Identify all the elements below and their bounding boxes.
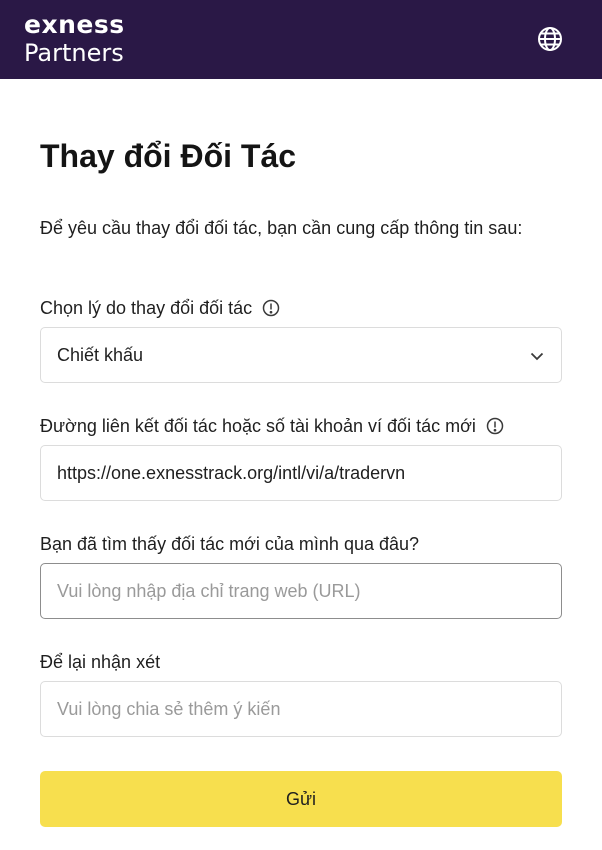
source-url-input[interactable] <box>57 580 545 602</box>
source-label: Bạn đã tìm thấy đối tác mới của mình qua… <box>40 534 420 554</box>
partner-link-input[interactable] <box>57 462 545 484</box>
reason-select[interactable]: Chiết khấu <box>40 327 562 383</box>
chevron-down-icon <box>530 352 544 361</box>
logo-brand-text: exness <box>24 10 125 39</box>
info-icon[interactable] <box>486 417 504 435</box>
page-title: Thay đổi Đối Tác <box>40 138 297 174</box>
top-header: exness Partners <box>0 0 602 79</box>
globe-icon[interactable] <box>537 26 563 52</box>
reason-label-row: Chọn lý do thay đổi đối tác <box>40 296 280 320</box>
exness-partners-logo[interactable]: exness Partners <box>24 10 125 68</box>
source-field[interactable] <box>40 563 562 619</box>
submit-button[interactable]: Gửi <box>40 771 562 827</box>
reason-label: Chọn lý do thay đổi đối tác <box>40 298 253 318</box>
logo-sub-text: Partners <box>24 39 124 67</box>
partner-link-label: Đường liên kết đối tác hoặc số tài khoản… <box>40 416 476 436</box>
partner-link-label-row: Đường liên kết đối tác hoặc số tài khoản… <box>40 414 562 438</box>
intro-text: Để yêu cầu thay đổi đối tác, bạn cần cun… <box>40 218 523 238</box>
reason-select-value: Chiết khấu <box>57 344 144 365</box>
comment-field[interactable] <box>40 681 562 737</box>
comment-input[interactable] <box>57 698 545 720</box>
partner-link-field[interactable] <box>40 445 562 501</box>
comment-label: Để lại nhận xét <box>40 652 161 672</box>
info-icon[interactable] <box>262 299 280 317</box>
